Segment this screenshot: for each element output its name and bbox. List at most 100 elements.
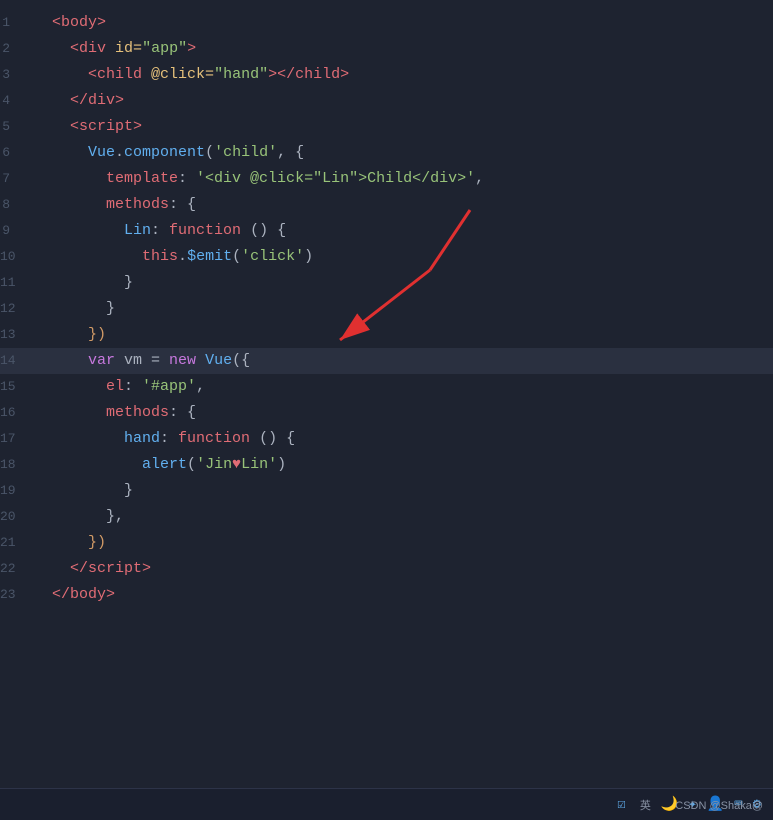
code-token: : [178,170,196,187]
code-token [34,534,88,551]
line-code: }) [30,323,773,347]
line-code: Vue.component('child', { [30,141,773,165]
code-token: body [61,14,97,31]
code-token: > [133,118,142,135]
code-token [34,378,106,395]
line-number: 16 [0,403,30,424]
code-token: () { [241,222,286,239]
code-token [34,300,106,317]
code-token: ♥ [232,456,241,473]
code-line: 4 </div> [0,88,773,114]
code-token: Lin' [241,456,277,473]
code-token: function [169,222,241,239]
line-code: el: '#app', [30,375,773,399]
line-code: Lin: function () { [30,219,773,243]
code-token [34,144,88,161]
code-line: 2 <div id="app"> [0,36,773,62]
line-code: } [30,271,773,295]
code-token [34,456,142,473]
code-token [34,222,124,239]
code-token: "hand" [214,66,268,83]
lang-text: 英 [640,797,651,813]
code-token: </ [277,66,295,83]
line-code: }, [30,505,773,529]
line-number: 19 [0,481,30,502]
line-number: 5 [0,117,30,138]
code-line: 16 methods: { [0,400,773,426]
code-line: 22 </script> [0,556,773,582]
code-line: 1 <body> [0,10,773,36]
line-number: 23 [0,585,30,606]
code-token: Vue [205,352,232,369]
code-line: 15 el: '#app', [0,374,773,400]
code-token: hand [124,430,160,447]
line-code: methods: { [30,193,773,217]
line-code: template: '<div @click="Lin">Child</div>… [30,167,773,191]
line-number: 15 [0,377,30,398]
line-code: <child @click="hand"></child> [30,63,773,87]
line-code: methods: { [30,401,773,425]
line-number: 10 [0,247,30,268]
code-token: > [187,40,196,57]
line-number: 17 [0,429,30,450]
code-token: </ [34,92,88,109]
code-token: 'Jin [196,456,232,473]
code-line: 12 } [0,296,773,322]
code-token: methods [106,404,169,421]
code-token [34,482,124,499]
code-line: 20 }, [0,504,773,530]
line-code: </body> [30,583,773,607]
code-token: : { [169,404,196,421]
code-line: 14 var vm = new Vue({ [0,348,773,374]
code-token: : { [169,196,196,213]
line-number: 3 [0,65,30,86]
code-token: ) [277,456,286,473]
code-token: }) [88,534,106,551]
code-token: template [106,170,178,187]
code-token: . [178,248,187,265]
code-token: div [88,92,115,109]
line-number: 13 [0,325,30,346]
code-token [106,40,115,57]
line-number: 7 [0,169,30,190]
code-token: ( [187,456,196,473]
code-line: 23 </body> [0,582,773,608]
line-code: } [30,297,773,321]
code-line: 7 template: '<div @click="Lin">Child</di… [0,166,773,192]
code-token: </ [34,586,70,603]
code-line: 21 }) [0,530,773,556]
code-token [34,326,88,343]
code-token: . [115,144,124,161]
code-token: script [88,560,142,577]
code-line: 8 methods: { [0,192,773,218]
status-bar: ☑ 英 🌙 ✦ 👤 ⌨ ⚙ [0,788,773,820]
code-token: < [34,40,79,57]
code-line: 10 this.$emit('click') [0,244,773,270]
code-token: methods [106,196,169,213]
code-line: 9 Lin: function () { [0,218,773,244]
code-token: '#app' [142,378,196,395]
code-token [34,430,124,447]
code-line: 18 alert('Jin♥Lin') [0,452,773,478]
code-token: this [142,248,178,265]
code-line: 17 hand: function () { [0,426,773,452]
code-token: id= [115,40,142,57]
code-token: component [124,144,205,161]
code-token: ( [205,144,214,161]
code-token: vm = [115,352,169,369]
code-token: , { [277,144,304,161]
line-number: 11 [0,273,30,294]
code-token: "app" [142,40,187,57]
code-token: div [79,40,106,57]
code-token: 'child' [214,144,277,161]
code-token: Lin [124,222,151,239]
line-number: 9 [0,221,30,242]
code-token [196,352,205,369]
code-line: 11 } [0,270,773,296]
line-code: alert('Jin♥Lin') [30,453,773,477]
line-code: <body> [30,11,773,35]
code-line: 19 } [0,478,773,504]
checkbox-icon[interactable]: ☑ [617,796,625,813]
line-code: }) [30,531,773,555]
line-number: 22 [0,559,30,580]
